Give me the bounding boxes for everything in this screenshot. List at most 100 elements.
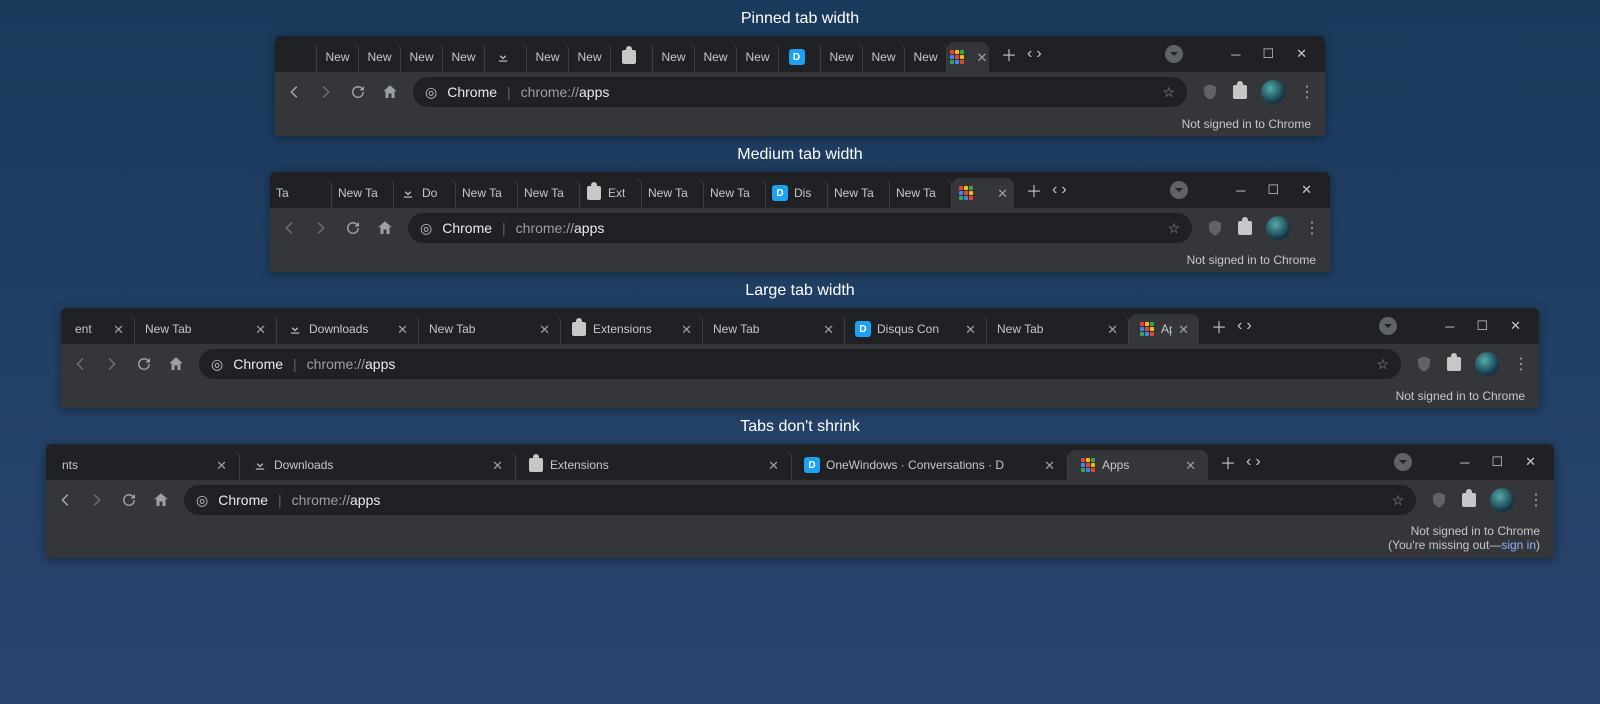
tab[interactable]: New Ta (890, 178, 952, 208)
sign-in-link[interactable]: sign in (1501, 538, 1536, 552)
maximize-button[interactable]: ☐ (1267, 182, 1279, 198)
tab[interactable]: Downloads✕ (240, 450, 516, 480)
tab[interactable] (485, 42, 527, 72)
tab-close-icon[interactable]: ✕ (681, 323, 692, 336)
tab[interactable]: New (863, 42, 905, 72)
tab[interactable]: New Ta (518, 178, 580, 208)
home-button[interactable] (376, 219, 394, 237)
new-tab-button[interactable]: ＋ (1026, 178, 1042, 202)
tab[interactable]: Apps✕ (1068, 450, 1208, 480)
new-tab-button[interactable]: ＋ (1211, 314, 1227, 338)
tab-search-button[interactable] (1165, 45, 1183, 63)
tab-scroll-right-icon[interactable]: › (1246, 317, 1251, 335)
tab[interactable]: New Ta (704, 178, 766, 208)
tab[interactable]: New (905, 42, 947, 72)
bookmark-star-icon[interactable]: ☆ (1162, 84, 1175, 101)
kebab-menu-icon[interactable]: ⋮ (1528, 490, 1544, 510)
tab-scroll-left-icon[interactable]: ‹ (1052, 181, 1057, 199)
tab[interactable]: New (569, 42, 611, 72)
shield-icon[interactable] (1206, 219, 1224, 237)
new-tab-button[interactable]: ＋ (1220, 450, 1236, 474)
shield-icon[interactable] (1430, 491, 1448, 509)
kebab-menu-icon[interactable]: ⋮ (1513, 354, 1529, 374)
shield-icon[interactable] (1415, 355, 1433, 373)
close-button[interactable]: ✕ (1510, 318, 1521, 334)
tab[interactable]: Do (394, 178, 456, 208)
profile-avatar[interactable] (1490, 488, 1514, 512)
tab-close-icon[interactable]: ✕ (1185, 459, 1196, 472)
tab[interactable]: New Tab✕ (419, 314, 561, 344)
new-tab-button[interactable]: ＋ (1001, 42, 1017, 66)
tab-search-button[interactable] (1170, 181, 1188, 199)
tab[interactable]: New Ta (456, 178, 518, 208)
tab[interactable]: New (527, 42, 569, 72)
kebab-menu-icon[interactable]: ⋮ (1304, 218, 1320, 238)
address-bar[interactable]: ◎ Chrome | chrome://apps ☆ (199, 349, 1401, 379)
maximize-button[interactable]: ☐ (1491, 454, 1503, 470)
profile-avatar[interactable] (1266, 216, 1290, 240)
close-button[interactable]: ✕ (1525, 454, 1536, 470)
tab[interactable]: New (317, 42, 359, 72)
home-button[interactable] (167, 355, 185, 373)
tab[interactable]: DOneWindows · Conversations · D✕ (792, 450, 1068, 480)
tab[interactable]: D (779, 42, 821, 72)
close-button[interactable]: ✕ (1296, 46, 1307, 62)
reload-button[interactable] (120, 491, 138, 509)
tab-scroll-left-icon[interactable]: ‹ (1027, 45, 1032, 63)
tab-close-icon[interactable]: ✕ (768, 459, 779, 472)
forward-button[interactable] (317, 83, 335, 101)
tab[interactable] (611, 42, 653, 72)
back-button[interactable] (56, 491, 74, 509)
tab[interactable]: New Ta (828, 178, 890, 208)
tab-close-icon[interactable]: ✕ (539, 323, 550, 336)
tab[interactable]: Ext (580, 178, 642, 208)
tab[interactable]: nts✕ (50, 450, 240, 480)
tab-scroll-left-icon[interactable]: ‹ (1246, 453, 1251, 471)
tab-scroll-left-icon[interactable]: ‹ (1237, 317, 1242, 335)
tab-close-icon[interactable]: ✕ (255, 323, 266, 336)
tab[interactable]: New Tab✕ (987, 314, 1129, 344)
reload-button[interactable] (344, 219, 362, 237)
tab[interactable]: Extensions✕ (561, 314, 703, 344)
tab-close-icon[interactable]: ✕ (492, 459, 503, 472)
tab-scroll-right-icon[interactable]: › (1036, 45, 1041, 63)
tab[interactable]: ✕ (947, 42, 989, 72)
maximize-button[interactable]: ☐ (1262, 46, 1274, 62)
tab[interactable]: New (821, 42, 863, 72)
tab[interactable]: DDis (766, 178, 828, 208)
tab[interactable]: ent✕ (65, 314, 135, 344)
minimize-button[interactable]: ─ (1460, 455, 1469, 470)
tab-close-icon[interactable]: ✕ (1178, 323, 1189, 336)
home-button[interactable] (381, 83, 399, 101)
extensions-puzzle-icon[interactable] (1447, 357, 1461, 371)
tab[interactable]: App✕ (1129, 314, 1199, 344)
maximize-button[interactable]: ☐ (1476, 318, 1488, 334)
tab[interactable]: New Ta (332, 178, 394, 208)
close-button[interactable]: ✕ (1301, 182, 1312, 198)
tab[interactable]: Ta (270, 178, 332, 208)
bookmark-star-icon[interactable]: ☆ (1167, 220, 1180, 237)
tab[interactable]: New Ta (642, 178, 704, 208)
extensions-puzzle-icon[interactable] (1233, 85, 1247, 99)
tab[interactable]: Downloads✕ (277, 314, 419, 344)
bookmark-star-icon[interactable]: ☆ (1391, 492, 1404, 509)
tab-scroll-right-icon[interactable]: › (1061, 181, 1066, 199)
tab-close-icon[interactable]: ✕ (997, 187, 1008, 200)
tab[interactable] (275, 42, 317, 72)
back-button[interactable] (285, 83, 303, 101)
back-button[interactable] (71, 355, 89, 373)
tab[interactable]: New Tab✕ (135, 314, 277, 344)
tab[interactable]: New (443, 42, 485, 72)
tab[interactable]: ✕ (952, 178, 1014, 208)
profile-avatar[interactable] (1261, 80, 1285, 104)
reload-button[interactable] (135, 355, 153, 373)
tab-close-icon[interactable]: ✕ (1044, 459, 1055, 472)
extensions-puzzle-icon[interactable] (1462, 493, 1476, 507)
tab[interactable]: New (737, 42, 779, 72)
tab-close-icon[interactable]: ✕ (1107, 323, 1118, 336)
tab[interactable]: Extensions✕ (516, 450, 792, 480)
tab[interactable]: New (359, 42, 401, 72)
tab[interactable]: New (653, 42, 695, 72)
tab-close-icon[interactable]: ✕ (397, 323, 408, 336)
forward-button[interactable] (312, 219, 330, 237)
